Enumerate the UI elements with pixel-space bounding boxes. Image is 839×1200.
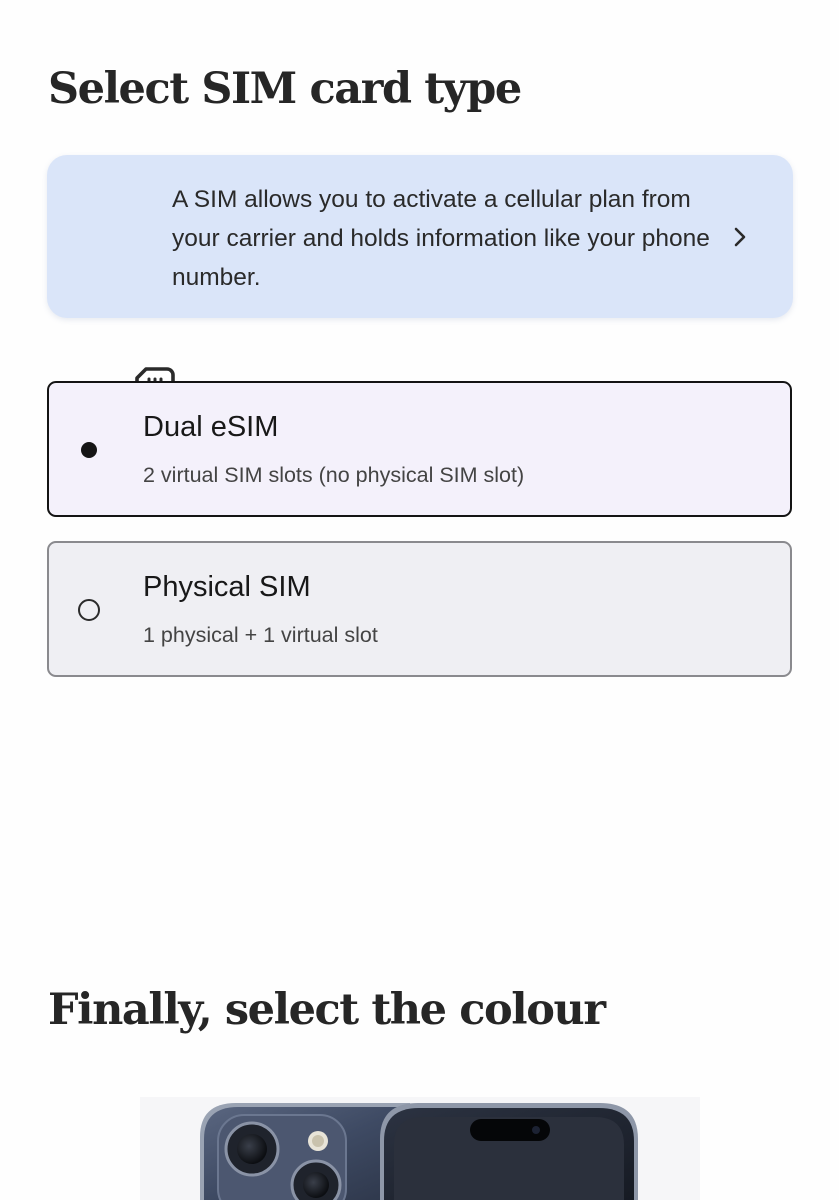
sim-info-card[interactable]: A SIM allows you to activate a cellular … — [47, 155, 793, 418]
radio-unselected[interactable] — [78, 599, 100, 621]
sim-info-text: A SIM allows you to activate a cellular … — [172, 186, 710, 291]
colour-heading: Finally, select the colour — [48, 985, 606, 1035]
option-dual-esim[interactable]: Dual eSIM 2 virtual SIM slots (no physic… — [47, 381, 792, 517]
radio-selected[interactable] — [78, 439, 100, 461]
option-subtitle: 1 physical + 1 virtual slot — [143, 623, 378, 647]
sim-type-heading: Select SIM card type — [48, 64, 522, 114]
option-title: Physical SIM — [143, 571, 311, 603]
page: Select SIM card type A SIM allows you to… — [0, 0, 839, 1200]
chevron-right-icon[interactable] — [731, 224, 749, 250]
phone-product-image — [140, 1097, 700, 1200]
option-title: Dual eSIM — [143, 411, 279, 443]
option-subtitle: 2 virtual SIM slots (no physical SIM slo… — [143, 463, 525, 487]
option-physical-sim[interactable]: Physical SIM 1 physical + 1 virtual slot — [47, 541, 792, 677]
